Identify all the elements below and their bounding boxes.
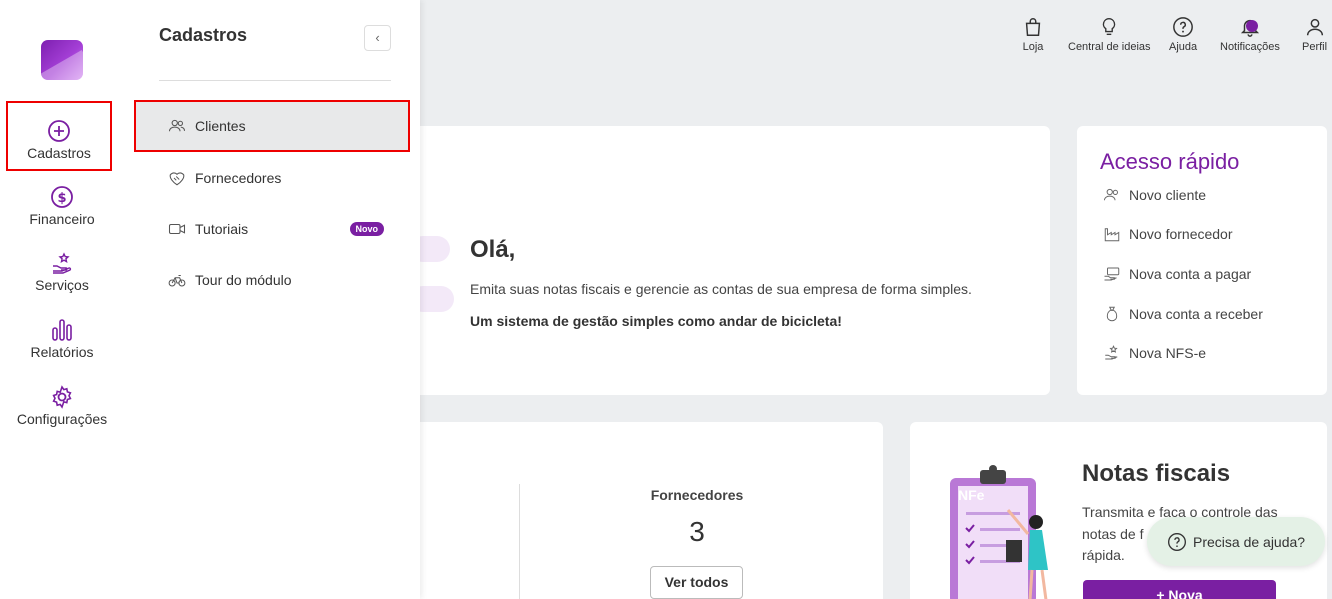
rail-item-servicos[interactable]: Serviços <box>0 251 124 293</box>
welcome-tagline: Um sistema de gestão simples como andar … <box>470 313 842 329</box>
rail-item-label: Cadastros <box>27 145 91 161</box>
handshake-icon <box>169 172 185 186</box>
chevron-left-icon: ‹ <box>375 30 380 45</box>
rail-item-label: Relatórios <box>30 344 94 360</box>
bicycle-icon <box>168 274 186 287</box>
quick-item-label: Nova NFS-e <box>1129 345 1207 361</box>
rail-item-label: Configurações <box>16 411 108 427</box>
top-item-label: Perfil <box>1302 41 1328 53</box>
panel-divider <box>159 80 391 81</box>
quick-new-payable[interactable]: Nova conta a pagar <box>1103 265 1251 283</box>
quick-new-receivable[interactable]: Nova conta a receber <box>1103 305 1263 323</box>
panel-title: Cadastros <box>159 25 248 45</box>
notification-dot <box>1245 20 1258 32</box>
dollar-circle-icon: $ <box>51 186 73 208</box>
counter-value: 3 <box>689 516 705 547</box>
top-item-ajuda[interactable]: Ajuda <box>1169 16 1197 53</box>
help-label: Precisa de ajuda? <box>1193 533 1306 550</box>
rail-item-financeiro[interactable]: $ Financeiro <box>0 185 124 227</box>
money-bag-icon <box>1106 306 1118 322</box>
money-hand-icon <box>1104 267 1120 281</box>
menu-item-label: Tour do módulo <box>195 272 292 288</box>
welcome-card: Olá, Emita suas notas fiscais e gerencie… <box>380 126 1050 395</box>
top-item-perfil[interactable]: Perfil <box>1302 16 1327 53</box>
person-icon <box>1306 18 1323 36</box>
quick-access-card: Acesso rápido Novo cliente Novo forneced… <box>1077 126 1327 395</box>
rail-item-label: Serviços <box>35 277 89 293</box>
counter-divider <box>519 484 520 599</box>
counter-label: Fornecedores <box>650 487 744 503</box>
quick-item-label: Nova conta a pagar <box>1129 266 1252 282</box>
top-item-loja[interactable]: Loja <box>1022 16 1044 53</box>
rail-item-cadastros[interactable]: Cadastros <box>6 101 112 171</box>
users-icon <box>1104 188 1118 201</box>
quick-new-client[interactable]: Novo cliente <box>1103 186 1206 204</box>
help-chat-button[interactable]: Precisa de ajuda? <box>1147 517 1325 566</box>
bag-icon <box>1025 18 1041 36</box>
quick-item-label: Novo fornecedor <box>1129 226 1233 242</box>
menu-item-clientes[interactable]: Clientes <box>134 100 410 152</box>
quick-new-nfse[interactable]: Nova NFS-e <box>1103 344 1206 362</box>
collapse-panel-button[interactable]: ‹ <box>364 25 391 51</box>
counters-card: Fornecedores 3 Ver todos <box>380 422 883 599</box>
menu-item-label: Tutoriais <box>195 221 249 237</box>
menu-item-label: Clientes <box>195 118 246 134</box>
left-rail: Cadastros $ Financeiro Serviços Relatóri… <box>0 0 130 599</box>
welcome-greeting: Olá, <box>470 236 516 263</box>
rail-item-relatorios[interactable]: Relatórios <box>0 318 124 360</box>
svg-text:$: $ <box>57 191 66 206</box>
quick-new-supplier[interactable]: Novo fornecedor <box>1103 225 1233 243</box>
question-circle-icon <box>1168 532 1186 551</box>
new-badge: Novo <box>349 222 384 236</box>
illustration-label: NFe <box>958 487 985 503</box>
question-circle-icon <box>1173 17 1193 37</box>
top-item-label: Ajuda <box>1169 41 1198 53</box>
hand-star-icon <box>1105 345 1118 360</box>
top-item-central-ideias[interactable]: Central de ideias <box>1068 16 1151 53</box>
menu-item-tutoriais[interactable]: Tutoriais Novo <box>134 203 410 255</box>
gear-icon <box>52 385 72 409</box>
top-item-label: Notificações <box>1220 41 1280 53</box>
users-icon <box>168 119 186 132</box>
rail-item-configuracoes[interactable]: Configurações <box>0 385 124 427</box>
clipboard-illustration <box>950 465 1048 599</box>
top-item-label: Loja <box>1022 41 1044 53</box>
menu-item-label: Fornecedores <box>195 170 282 186</box>
hand-star-icon <box>53 252 72 274</box>
lightbulb-icon <box>1103 18 1116 36</box>
quick-item-label: Nova conta a receber <box>1129 306 1263 322</box>
top-item-label: Central de ideias <box>1068 41 1151 53</box>
new-invoice-button[interactable]: + Nova <box>1083 580 1276 599</box>
menu-item-tour[interactable]: Tour do módulo <box>134 254 410 306</box>
top-item-notificacoes[interactable]: Notificações <box>1220 16 1280 53</box>
quick-item-label: Novo cliente <box>1129 187 1207 203</box>
bars-icon <box>52 319 72 341</box>
invoices-title: Notas fiscais <box>1082 460 1231 487</box>
plus-circle-icon <box>48 120 70 142</box>
cadastros-panel: Cadastros ‹ Clientes Fornecedores Tutori… <box>130 0 420 599</box>
invoices-line-3: rápida. <box>1082 547 1125 563</box>
app-logo[interactable] <box>41 40 83 80</box>
factory-icon <box>1104 228 1120 242</box>
menu-item-fornecedores[interactable]: Fornecedores <box>134 152 410 204</box>
invoices-line-2: notas de f <box>1082 526 1144 542</box>
quick-access-title: Acesso rápido <box>1100 149 1240 174</box>
invoices-card: NFe Notas fiscais Transmita e faca o con… <box>910 422 1327 599</box>
rail-item-label: Financeiro <box>29 211 95 227</box>
video-icon <box>168 223 186 235</box>
welcome-text: Emita suas notas fiscais e gerencie as c… <box>470 281 972 297</box>
see-all-button[interactable]: Ver todos <box>650 566 743 599</box>
